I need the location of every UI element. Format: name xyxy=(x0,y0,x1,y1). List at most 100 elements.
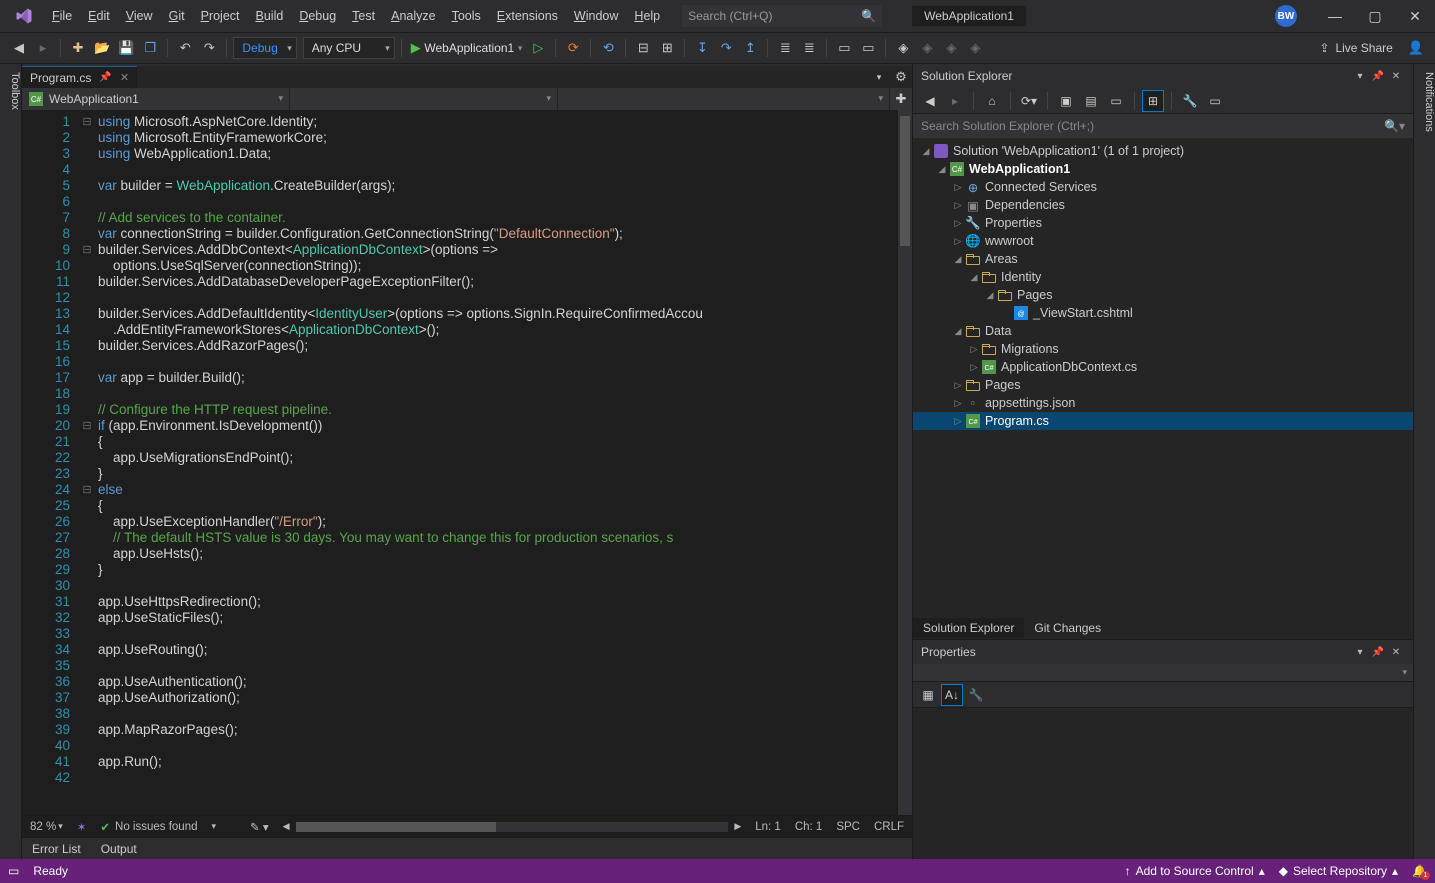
tree-node[interactable]: ▷Pages xyxy=(913,376,1413,394)
tree-node[interactable]: ▷▣Dependencies xyxy=(913,196,1413,214)
platform-dropdown[interactable]: Any CPU xyxy=(303,37,395,59)
toolbar-btn-a[interactable]: ⊟ xyxy=(632,37,654,59)
zoom-level[interactable]: 82 % ▾ xyxy=(30,821,63,833)
menu-extensions[interactable]: Extensions xyxy=(489,3,566,29)
menu-git[interactable]: Git xyxy=(161,3,193,29)
intellicode-icon[interactable]: ✶ xyxy=(77,820,87,834)
notifications-strip[interactable]: Notifications xyxy=(1413,64,1435,859)
alphabetical-icon[interactable]: A↓ xyxy=(941,684,963,706)
sync-icon[interactable]: ⟳▾ xyxy=(1018,90,1040,112)
close-panel-icon[interactable]: ✕ xyxy=(1387,71,1405,82)
output-window-icon[interactable]: ▭ xyxy=(8,864,19,878)
back-icon[interactable]: ◀ xyxy=(919,90,941,112)
context-project[interactable]: C# WebApplication1 ▾ xyxy=(22,88,290,110)
tree-node[interactable]: ◢Data xyxy=(913,322,1413,340)
menu-view[interactable]: View xyxy=(118,3,161,29)
indent-more-icon[interactable]: ≣ xyxy=(798,37,820,59)
collapse-icon[interactable]: ▭ xyxy=(1105,90,1127,112)
start-button[interactable]: ▶ WebApplication1 ▾ xyxy=(408,37,526,59)
line-ending[interactable]: CRLF xyxy=(874,821,904,833)
tree-node[interactable]: ▷🌐wwwroot xyxy=(913,232,1413,250)
step-out-icon[interactable]: ↥ xyxy=(739,37,761,59)
issues-status[interactable]: No issues found xyxy=(115,821,197,833)
indent-mode[interactable]: SPC xyxy=(836,821,860,833)
solution-search[interactable]: Search Solution Explorer (Ctrl+;) 🔍▾ xyxy=(913,114,1413,138)
char-position[interactable]: Ch: 1 xyxy=(795,821,823,833)
code-body[interactable]: using Microsoft.AspNetCore.Identity; usi… xyxy=(94,110,898,815)
context-member[interactable]: ▾ xyxy=(558,88,890,110)
tree-node[interactable]: ▷⊕Connected Services xyxy=(913,178,1413,196)
comment-icon[interactable]: ▭ xyxy=(833,37,855,59)
browser-link-icon[interactable]: ⟲ xyxy=(597,37,619,59)
tabs-overflow-icon[interactable]: ▾ xyxy=(868,66,890,88)
tree-node[interactable]: ▷C#ApplicationDbContext.cs xyxy=(913,358,1413,376)
tree-node[interactable]: ▷Migrations xyxy=(913,340,1413,358)
fold-strip[interactable]: ⊟ ⊟ ⊟ ⊟ xyxy=(80,110,94,815)
menu-file[interactable]: File xyxy=(44,3,80,29)
step-over-icon[interactable]: ↷ xyxy=(715,37,737,59)
tree-node[interactable]: ◢C#WebApplication1 xyxy=(913,160,1413,178)
notifications-bell[interactable]: 🔔1 xyxy=(1412,864,1427,878)
tree-node[interactable]: ◢Pages xyxy=(913,286,1413,304)
config-dropdown[interactable]: Debug xyxy=(233,37,296,59)
tree-node[interactable]: ▷🔧Properties xyxy=(913,214,1413,232)
track-doc-icon[interactable]: ⊞ xyxy=(1142,90,1164,112)
close-tab-icon[interactable]: ✕ xyxy=(120,71,129,84)
menu-analyze[interactable]: Analyze xyxy=(383,3,443,29)
step-into-icon[interactable]: ↧ xyxy=(691,37,713,59)
prop-pages-icon[interactable]: 🔧 xyxy=(965,684,987,706)
uncomment-icon[interactable]: ▭ xyxy=(857,37,879,59)
menu-debug[interactable]: Debug xyxy=(291,3,344,29)
context-type[interactable]: ▾ xyxy=(290,88,558,110)
nav-fwd-icon[interactable]: ▸ xyxy=(32,37,54,59)
tabs-settings-icon[interactable]: ⚙ xyxy=(890,66,912,88)
switch-views-icon[interactable]: ▣ xyxy=(1055,90,1077,112)
minimize-button[interactable]: — xyxy=(1315,0,1355,32)
menu-test[interactable]: Test xyxy=(344,3,383,29)
open-icon[interactable]: 📂 xyxy=(91,37,113,59)
indent-less-icon[interactable]: ≣ xyxy=(774,37,796,59)
undo-icon[interactable]: ↶ xyxy=(174,37,196,59)
vertical-scrollbar[interactable] xyxy=(898,110,912,815)
live-share-button[interactable]: ⇪ Live Share xyxy=(1319,41,1392,55)
prop-close-icon[interactable]: ✕ xyxy=(1387,647,1405,658)
pin-panel-icon[interactable]: 📌 xyxy=(1369,71,1387,82)
redo-icon[interactable]: ↷ xyxy=(198,37,220,59)
tree-node[interactable]: ▷▫appsettings.json xyxy=(913,394,1413,412)
source-control-button[interactable]: ↑ Add to Source Control ▴ xyxy=(1125,864,1265,878)
bookmark3-icon[interactable]: ◈ xyxy=(940,37,962,59)
home-icon[interactable]: ⌂ xyxy=(981,90,1003,112)
tab-git-changes[interactable]: Git Changes xyxy=(1024,618,1111,638)
properties-icon[interactable]: 🔧 xyxy=(1179,90,1201,112)
start-noDebug-icon[interactable]: ▷ xyxy=(527,37,549,59)
tree-node[interactable]: ◢Solution 'WebApplication1' (1 of 1 proj… xyxy=(913,142,1413,160)
horizontal-scrollbar[interactable]: ◀ ▶ xyxy=(283,821,742,832)
nav-back-icon[interactable]: ◀ xyxy=(8,37,30,59)
line-position[interactable]: Ln: 1 xyxy=(755,821,781,833)
tab-program-cs[interactable]: Program.cs 📌 ✕ xyxy=(22,66,137,88)
fwd-icon[interactable]: ▸ xyxy=(944,90,966,112)
menu-tools[interactable]: Tools xyxy=(444,3,489,29)
new-item-icon[interactable]: ✚ xyxy=(67,37,89,59)
tree-node[interactable]: ◢Areas xyxy=(913,250,1413,268)
preview-icon[interactable]: ▭ xyxy=(1204,90,1226,112)
split-editor-icon[interactable]: ✚ xyxy=(890,88,912,110)
hot-reload-icon[interactable]: ⟳ xyxy=(562,37,584,59)
menu-build[interactable]: Build xyxy=(248,3,292,29)
tab-solution-explorer[interactable]: Solution Explorer xyxy=(913,618,1024,638)
bookmark4-icon[interactable]: ◈ xyxy=(964,37,986,59)
tree-node[interactable]: ▷C#Program.cs xyxy=(913,412,1413,430)
global-search[interactable]: Search (Ctrl+Q) 🔍 xyxy=(682,5,882,27)
show-files-icon[interactable]: ▤ xyxy=(1080,90,1102,112)
tab-error-list[interactable]: Error List xyxy=(22,839,91,859)
brush-icon[interactable]: ✎ ▾ xyxy=(250,820,269,834)
tab-output[interactable]: Output xyxy=(91,839,147,859)
code-editor[interactable]: 1 2 3 4 5 6 7 8 9 10 11 12 13 14 15 16 1… xyxy=(22,110,912,815)
solution-tree[interactable]: ◢Solution 'WebApplication1' (1 of 1 proj… xyxy=(913,138,1413,617)
tree-node[interactable]: ◢Identity xyxy=(913,268,1413,286)
close-button[interactable]: ✕ xyxy=(1395,0,1435,32)
menu-window[interactable]: Window xyxy=(566,3,626,29)
bookmark2-icon[interactable]: ◈ xyxy=(916,37,938,59)
pin-icon[interactable]: 📌 xyxy=(99,72,111,83)
toolbox-strip[interactable]: Toolbox xyxy=(0,64,22,859)
